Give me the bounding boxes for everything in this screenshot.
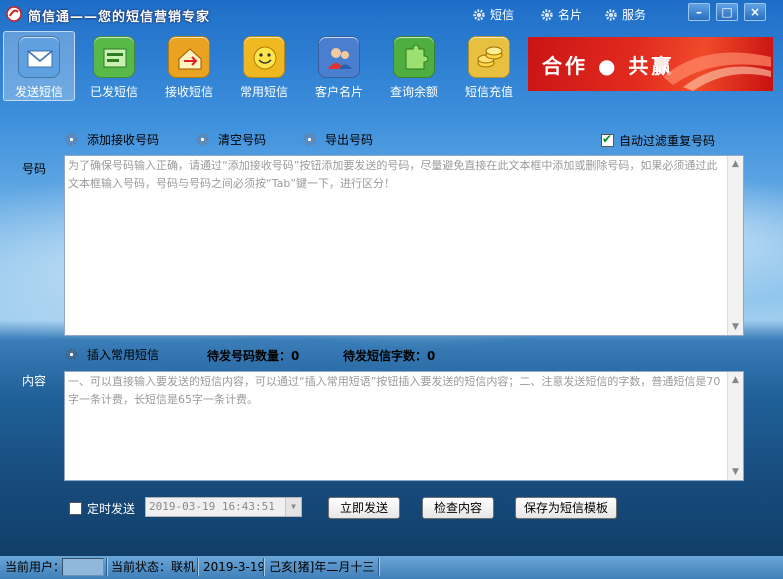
clear-number-button[interactable]: 清空号码	[195, 131, 266, 148]
coins-icon	[468, 36, 510, 78]
scroll-down-icon[interactable]: ▼	[728, 319, 743, 335]
current-user-value	[62, 558, 104, 576]
close-button[interactable]: ×	[744, 3, 766, 21]
lunar-date: 己亥[猪]年二月十三	[269, 560, 375, 574]
current-user-label: 当前用户：	[5, 560, 66, 574]
maximize-button[interactable]: □	[716, 3, 738, 21]
chevron-down-icon[interactable]: ▼	[285, 498, 301, 516]
gear-icon	[605, 8, 617, 21]
tool-sent-sms[interactable]: 已发短信	[78, 31, 150, 101]
send-now-button[interactable]: 立即发送	[328, 497, 400, 519]
app-title: 简信通——您的短信营销专家	[28, 10, 211, 25]
main-toolbar: 发送短信 已发短信 接收短信 常用短信 客户名片 查询余额 短信充值	[3, 31, 525, 103]
scroll-down-icon[interactable]: ▼	[728, 464, 743, 480]
number-label: 号码	[22, 162, 47, 176]
gear-icon	[541, 8, 553, 21]
gear-icon	[65, 348, 78, 361]
smiley-icon	[243, 36, 285, 78]
app-logo-icon	[6, 6, 22, 22]
ad-banner[interactable]: 合作 ● 共赢	[528, 37, 773, 91]
app-window: 简信通——您的短信营销专家 短信 名片 服务 – □ × 发送短信 已发短信 接…	[0, 0, 783, 579]
card-link[interactable]: 名片	[540, 6, 582, 23]
status-divider	[197, 558, 199, 576]
gear-icon	[196, 133, 209, 146]
title-bar: 简信通——您的短信营销专家 短信 名片 服务 – □ ×	[0, 0, 783, 28]
envelope-icon	[18, 36, 60, 78]
pending-chars-count: 待发短信字数：0	[343, 349, 436, 363]
tool-recharge[interactable]: 短信充值	[453, 31, 525, 101]
gear-icon	[65, 133, 78, 146]
tool-customer-cards[interactable]: 客户名片	[303, 31, 375, 101]
content-textarea[interactable]: 一、可以直接输入要发送的短信内容，可以通过“插入常用短语”按钮插入要发送的短信内…	[64, 371, 744, 481]
number-scrollbar[interactable]: ▲ ▼	[727, 156, 743, 335]
auto-filter-checkbox[interactable]	[601, 132, 614, 147]
gear-icon	[473, 8, 485, 21]
tool-check-balance[interactable]: 查询余额	[378, 31, 450, 101]
export-number-button[interactable]: 导出号码	[302, 131, 373, 148]
tool-send-sms[interactable]: 发送短信	[3, 31, 75, 101]
number-textarea[interactable]: 为了确保号码输入正确，请通过“添加接收号码”按钮添加要发送的号码，尽量避免直接在…	[64, 155, 744, 336]
pending-numbers-count: 待发号码数量：0	[207, 349, 300, 363]
gear-icon	[303, 133, 316, 146]
tool-received-sms[interactable]: 接收短信	[153, 31, 225, 101]
scroll-up-icon[interactable]: ▲	[728, 156, 743, 172]
connection-status: 当前状态：联机	[111, 560, 196, 574]
scroll-up-icon[interactable]: ▲	[728, 372, 743, 388]
sent-box-icon	[93, 36, 135, 78]
puzzle-icon	[393, 36, 435, 78]
content-label: 内容	[22, 374, 47, 388]
insert-common-sms-button[interactable]: 插入常用短信	[64, 346, 159, 363]
tool-common-sms[interactable]: 常用短信	[228, 31, 300, 101]
status-divider	[263, 558, 265, 576]
content-scrollbar[interactable]: ▲ ▼	[727, 372, 743, 480]
inbox-arrow-icon	[168, 36, 210, 78]
scheduled-send-checkbox[interactable]	[69, 502, 82, 515]
minimize-button[interactable]: –	[688, 3, 710, 21]
status-date: 2019-3-19	[203, 560, 266, 574]
status-divider	[378, 558, 380, 576]
sms-link[interactable]: 短信	[472, 6, 514, 23]
contacts-icon	[318, 36, 360, 78]
ribbon-icon	[663, 52, 771, 91]
auto-filter-option[interactable]: 自动过滤重复号码	[601, 132, 715, 149]
save-template-button[interactable]: 保存为短信模板	[515, 497, 617, 519]
check-content-button[interactable]: 检查内容	[422, 497, 494, 519]
add-number-button[interactable]: 添加接收号码	[64, 131, 159, 148]
service-link[interactable]: 服务	[604, 6, 646, 23]
scheduled-send-option[interactable]: 定时发送	[69, 500, 135, 517]
datetime-picker[interactable]: 2019-03-19 16:43:51 ▼	[145, 497, 302, 517]
status-bar: 当前用户： 当前状态：联机 2019-3-19 己亥[猪]年二月十三	[0, 556, 783, 579]
